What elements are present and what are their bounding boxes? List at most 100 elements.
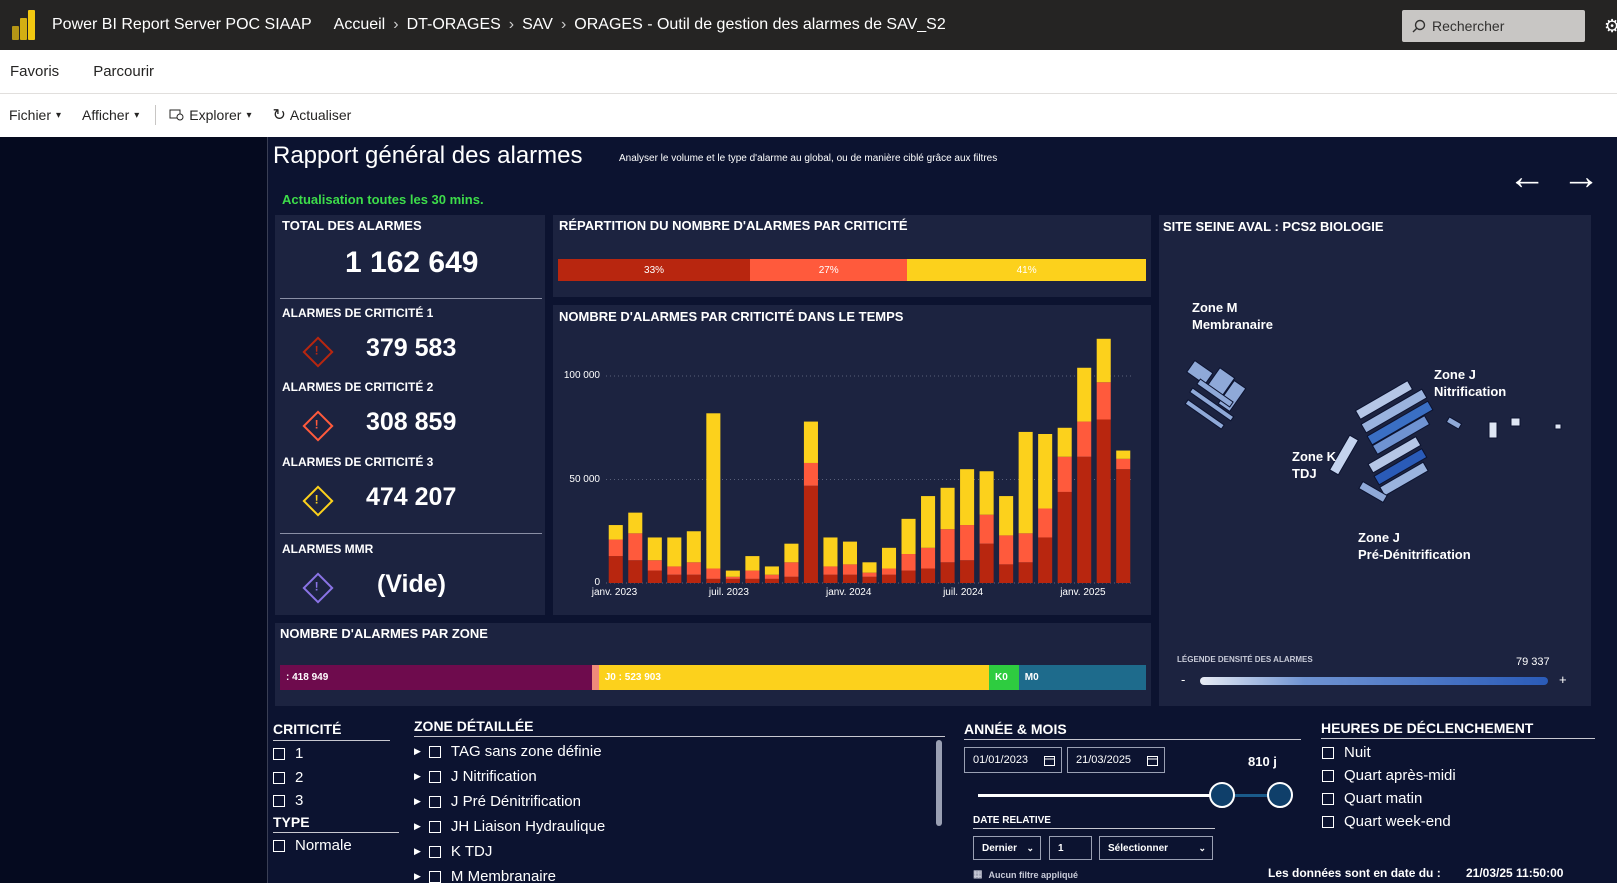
bar-segment-crit2[interactable] — [1116, 458, 1131, 470]
expand-icon[interactable]: ▶ — [414, 821, 421, 832]
repartition-segment[interactable]: 33% — [558, 259, 751, 281]
checkbox[interactable] — [273, 771, 285, 784]
bar-segment-crit1[interactable] — [862, 576, 877, 583]
hours-option[interactable]: Quart matin — [1322, 790, 1422, 807]
bar-segment-crit3[interactable] — [647, 537, 662, 561]
search-input[interactable]: Rechercher — [1402, 10, 1585, 42]
checkbox[interactable] — [273, 794, 285, 807]
repartition-segment[interactable]: 41% — [907, 259, 1146, 281]
bar-segment-crit3[interactable] — [979, 471, 994, 515]
bar-segment-crit1[interactable] — [1018, 562, 1033, 583]
bar-segment-crit2[interactable] — [999, 535, 1014, 565]
bar-segment-crit1[interactable] — [999, 564, 1014, 583]
bar-segment-crit2[interactable] — [745, 570, 760, 579]
checkbox[interactable] — [1322, 815, 1334, 828]
arrow-right-icon[interactable]: → — [1562, 158, 1600, 196]
bar-segment-crit2[interactable] — [940, 529, 955, 563]
expand-icon[interactable]: ▶ — [414, 746, 421, 757]
bar-segment-crit2[interactable] — [823, 566, 838, 575]
criticite-option[interactable]: 3 — [273, 792, 303, 809]
bar-segment-crit2[interactable] — [764, 574, 779, 579]
bar-segment-crit1[interactable] — [1038, 537, 1053, 583]
bar-segment-crit3[interactable] — [706, 413, 721, 569]
date-range-slider[interactable] — [978, 782, 1293, 808]
bar-segment-crit1[interactable] — [764, 578, 779, 583]
bar-segment-crit1[interactable] — [881, 574, 897, 583]
zone-option[interactable]: ▶ J Pré Dénitrification — [414, 793, 581, 810]
hours-option[interactable]: Quart après-midi — [1322, 767, 1456, 784]
gear-icon[interactable]: ⚙ — [1604, 16, 1617, 37]
bar-segment-crit2[interactable] — [979, 514, 994, 544]
zone-option[interactable]: ▶ TAG sans zone définie — [414, 743, 602, 760]
bar-segment-crit2[interactable] — [628, 533, 643, 561]
bar-segment-crit2[interactable] — [901, 554, 916, 571]
bar-segment-crit2[interactable] — [1096, 382, 1111, 420]
bar-segment-crit2[interactable] — [842, 564, 858, 575]
bar-segment-crit3[interactable] — [745, 556, 760, 571]
criticite-option[interactable]: 1 — [273, 745, 303, 762]
slider-thumb-end[interactable] — [1267, 782, 1293, 808]
bar-segment-crit1[interactable] — [667, 574, 682, 583]
bar-segment-crit3[interactable] — [628, 512, 643, 534]
bar-segment-crit3[interactable] — [921, 496, 936, 548]
bar-segment-crit1[interactable] — [608, 556, 623, 583]
hours-option[interactable]: Nuit — [1322, 744, 1371, 761]
bar-segment-crit1[interactable] — [745, 578, 760, 583]
zone-segment[interactable] — [592, 665, 599, 690]
bar-segment-crit1[interactable] — [842, 574, 858, 583]
bar-segment-crit2[interactable] — [686, 562, 701, 575]
breadcrumb-dt-orages[interactable]: DT-ORAGES — [407, 16, 501, 34]
date-start-input[interactable]: 01/01/2023 — [964, 747, 1062, 773]
repartition-segment[interactable]: 27% — [750, 259, 908, 281]
bar-segment-crit1[interactable] — [784, 576, 799, 583]
bar-segment-crit1[interactable] — [979, 543, 994, 583]
checkbox[interactable] — [273, 839, 285, 852]
bar-segment-crit3[interactable] — [686, 531, 701, 563]
file-menu[interactable]: Fichier ▾ — [9, 107, 61, 123]
bar-segment-crit2[interactable] — [725, 576, 740, 579]
bar-segment-crit2[interactable] — [862, 572, 877, 577]
bar-segment-crit3[interactable] — [784, 543, 799, 563]
bar-segment-crit2[interactable] — [881, 568, 897, 575]
calendar-icon[interactable] — [1147, 755, 1158, 766]
expand-icon[interactable]: ▶ — [414, 771, 421, 782]
nav-favorites[interactable]: Favoris — [10, 63, 59, 80]
type-option[interactable]: Normale — [273, 837, 352, 854]
bar-segment-crit3[interactable] — [940, 487, 955, 530]
bar-segment-crit1[interactable] — [940, 562, 955, 583]
checkbox[interactable] — [428, 745, 441, 758]
bar-segment-crit2[interactable] — [803, 462, 818, 486]
bar-segment-crit1[interactable] — [628, 560, 643, 583]
bar-segment-crit1[interactable] — [960, 560, 975, 583]
bar-segment-crit2[interactable] — [1038, 508, 1053, 538]
bar-segment-crit3[interactable] — [862, 562, 877, 573]
bar-segment-crit3[interactable] — [608, 525, 623, 540]
bar-segment-crit1[interactable] — [1057, 491, 1072, 583]
checkbox[interactable] — [273, 747, 285, 760]
relative-mode-select[interactable]: Dernier ⌄ — [973, 836, 1041, 860]
bar-segment-crit2[interactable] — [667, 566, 682, 575]
view-menu[interactable]: Afficher ▾ — [82, 107, 139, 123]
checkbox[interactable] — [1322, 746, 1334, 759]
bar-segment-crit2[interactable] — [960, 525, 975, 561]
calendar-icon[interactable] — [1044, 755, 1055, 766]
bar-segment-crit3[interactable] — [725, 570, 740, 577]
app-title[interactable]: Power BI Report Server POC SIAAP — [52, 16, 312, 34]
bar-segment-crit3[interactable] — [823, 537, 838, 567]
bar-segment-crit2[interactable] — [784, 562, 799, 577]
relative-unit-select[interactable]: Sélectionner ⌄ — [1099, 836, 1213, 860]
zone-segment[interactable]: K0 — [988, 665, 1019, 690]
zone-option[interactable]: ▶ JH Liaison Hydraulique — [414, 818, 605, 835]
bar-segment-crit3[interactable] — [1038, 433, 1053, 509]
checkbox[interactable] — [1322, 792, 1334, 805]
bar-segment-crit2[interactable] — [1018, 533, 1033, 563]
bar-segment-crit3[interactable] — [842, 541, 858, 565]
bar-segment-crit1[interactable] — [901, 570, 916, 583]
bar-segment-crit2[interactable] — [608, 539, 623, 557]
hours-option[interactable]: Quart week-end — [1322, 813, 1451, 830]
bar-segment-crit3[interactable] — [803, 421, 818, 463]
checkbox[interactable] — [428, 795, 441, 808]
bar-segment-crit1[interactable] — [1096, 419, 1111, 583]
breadcrumb-home[interactable]: Accueil — [334, 16, 386, 34]
checkbox[interactable] — [428, 770, 441, 783]
